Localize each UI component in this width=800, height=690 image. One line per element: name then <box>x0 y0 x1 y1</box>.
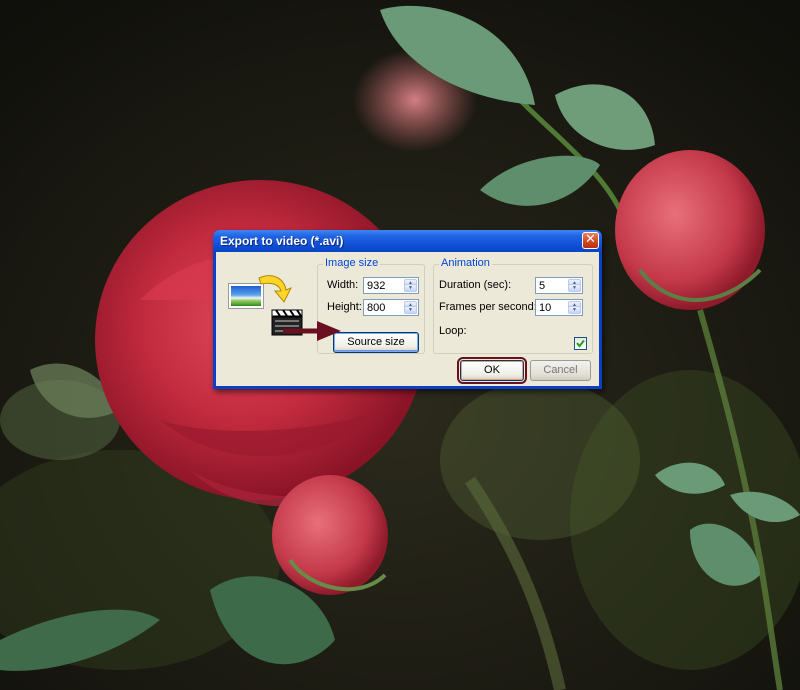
duration-label: Duration (sec): <box>439 279 512 291</box>
dialog-title: Export to video (*.avi) <box>220 234 344 248</box>
duration-spinner[interactable]: 5 ▲ ▼ <box>535 277 583 294</box>
width-spinner[interactable]: 932 ▲ ▼ <box>363 277 419 294</box>
export-video-dialog: Export to video (*.avi) ✕ Image size Wid… <box>213 230 602 389</box>
height-label: Height: <box>327 301 362 313</box>
title-bar[interactable]: Export to video (*.avi) ✕ <box>213 230 602 252</box>
close-icon: ✕ <box>585 232 596 247</box>
cancel-button[interactable]: Cancel <box>530 360 591 381</box>
dialog-body: Image size Width: 932 ▲ ▼ Height: 800 ▲ … <box>216 252 599 386</box>
fps-spinner[interactable]: 10 ▲ ▼ <box>535 299 583 316</box>
height-down-arrow-icon[interactable]: ▼ <box>404 306 417 314</box>
curved-arrow-icon <box>258 275 293 303</box>
height-spinner[interactable]: 800 ▲ ▼ <box>363 299 419 316</box>
duration-down-arrow-icon[interactable]: ▼ <box>568 284 581 292</box>
animation-group-label: Animation <box>439 257 492 269</box>
loop-checkbox[interactable] <box>574 337 587 350</box>
source-size-button[interactable]: Source size <box>333 332 419 353</box>
animation-group: Animation Duration (sec): 5 ▲ ▼ Frames p… <box>433 257 593 354</box>
ok-button[interactable]: OK <box>457 357 527 384</box>
duration-value: 5 <box>539 280 546 292</box>
width-value: 932 <box>367 280 386 292</box>
fps-label: Frames per second: <box>439 301 537 313</box>
fps-value: 10 <box>539 302 552 314</box>
checkmark-icon <box>576 339 585 348</box>
fps-down-arrow-icon[interactable]: ▼ <box>568 306 581 314</box>
width-down-arrow-icon[interactable]: ▼ <box>404 284 417 292</box>
close-button[interactable]: ✕ <box>582 232 599 249</box>
height-value: 800 <box>367 302 386 314</box>
width-label: Width: <box>327 279 359 291</box>
annotation-arrow-icon <box>283 321 341 341</box>
image-size-group-label: Image size <box>323 257 381 269</box>
loop-label: Loop: <box>439 325 467 337</box>
